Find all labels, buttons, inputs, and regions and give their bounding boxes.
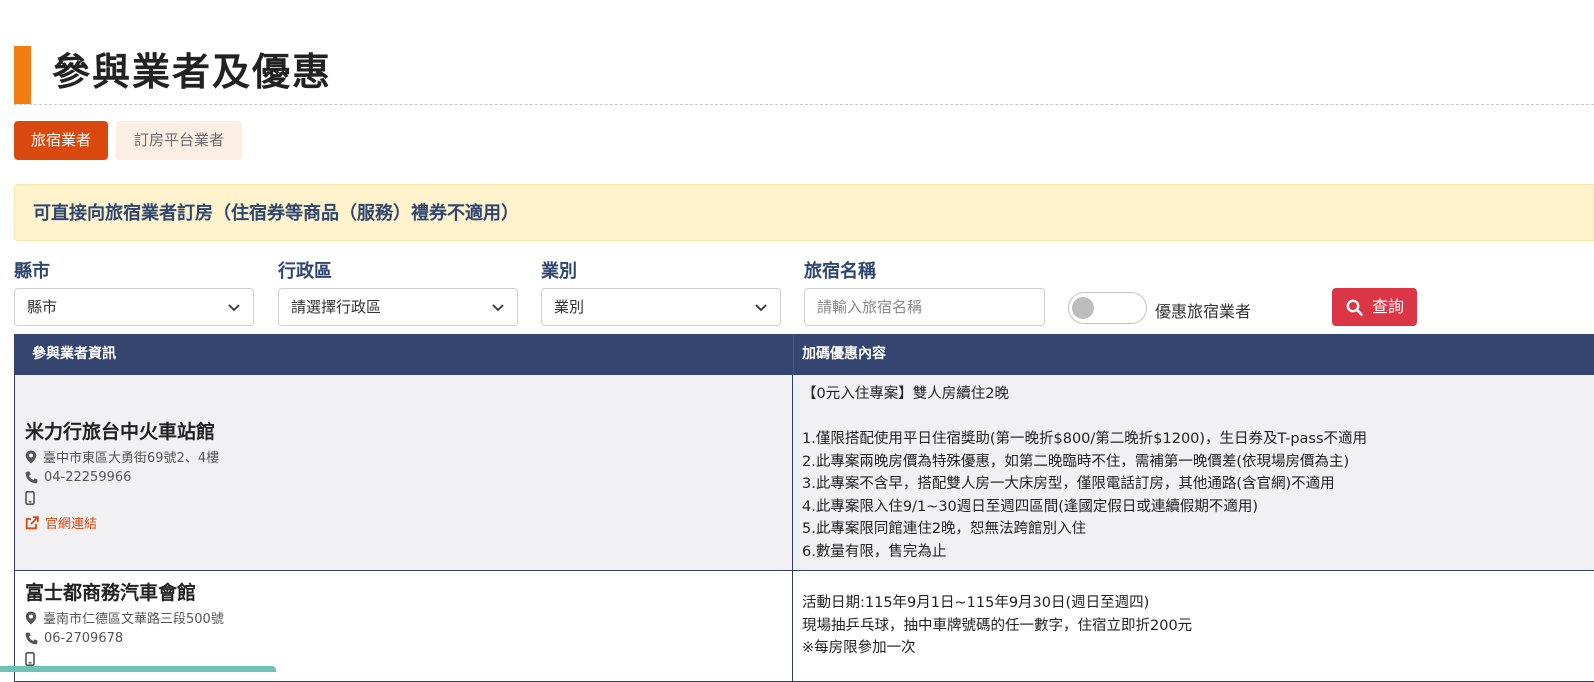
discount-operators-toggle-label: 優惠旅宿業者 [1155, 302, 1252, 321]
promo-content-cell: 活動日期:115年9月1日~115年9月30日(週日至週四) 現場抽乒乓球，抽中… [794, 571, 1594, 681]
notice-text: 可直接向旅宿業者訂房（住宿券等商品（服務）禮券不適用） [33, 203, 519, 224]
bottom-scroll-indicator [0, 666, 276, 672]
header-operator-info: 參與業者資訊 [32, 346, 116, 362]
tab-lodging-operators[interactable]: 旅宿業者 [14, 121, 108, 160]
header-promo-content: 加碼優惠內容 [802, 346, 886, 362]
table-row: 米力行旅台中火車站館 臺中市東區大勇街69號2、4樓 04-22259966 官… [15, 375, 1594, 571]
title-accent-bar [14, 46, 31, 104]
lodging-name-label: 旅宿名稱 [804, 261, 876, 282]
lodging-name-input[interactable]: 請輸入旅宿名稱 [804, 288, 1045, 326]
category-select[interactable]: 業別 [541, 288, 781, 326]
mobile-icon [25, 491, 35, 505]
hotel-phone: 04-22259966 [25, 470, 131, 485]
promo-content-cell: 【0元入住專案】雙人房續住2晚 1.僅限搭配使用平日住宿獎助(第一晚折$800/… [794, 375, 1594, 570]
chevron-down-icon [755, 304, 767, 312]
hotel-website-label: 官網連結 [45, 517, 98, 532]
page-title-section: 參與業者及優惠 [14, 46, 1594, 105]
hotel-mobile [25, 652, 41, 666]
promo-line: 5.此專案限同館連住2晚，恕無法跨館別入住 [802, 521, 1087, 537]
promo-line: 現場抽乒乓球，抽中車牌號碼的任一數字，住宿立即折200元 [802, 617, 1193, 634]
mobile-icon [25, 652, 35, 666]
hotel-website-link[interactable]: 官網連結 [25, 513, 97, 532]
hotel-address: 臺中市東區大勇街69號2、4樓 [25, 447, 219, 466]
lodging-name-placeholder: 請輸入旅宿名稱 [817, 298, 923, 316]
chevron-down-icon [228, 304, 240, 312]
promo-line: ※每房限參加一次 [802, 640, 916, 656]
search-button[interactable]: 查詢 [1332, 288, 1417, 326]
hotel-phone-text: 04-22259966 [44, 470, 132, 485]
category-label: 業別 [541, 261, 577, 282]
phone-icon [25, 471, 38, 484]
chevron-down-icon [492, 304, 504, 312]
search-icon [1346, 299, 1363, 316]
hotel-name: 富士都商務汽車會館 [25, 582, 197, 604]
toggle-knob [1072, 297, 1094, 319]
district-select[interactable]: 請選擇行政區 [278, 288, 518, 326]
county-select[interactable]: 縣市 [14, 288, 254, 326]
map-pin-icon [25, 450, 37, 463]
page-title: 參與業者及優惠 [52, 50, 333, 94]
promo-line: 4.此專案限入住9/1~30週日至週四區間(逢國定假日或連續假期不適用) [802, 498, 1259, 515]
hotel-address: 臺南市仁德區文華路三段500號 [25, 608, 224, 627]
discount-operators-toggle[interactable] [1068, 292, 1147, 324]
map-pin-icon [25, 611, 37, 624]
hotel-address-text: 臺南市仁德區文華路三段500號 [43, 612, 224, 627]
hotel-phone: 06-2709678 [25, 631, 123, 646]
county-label: 縣市 [14, 261, 50, 282]
hotel-name: 米力行旅台中火車站館 [25, 421, 216, 443]
county-select-value: 縣市 [27, 298, 58, 316]
operators-table: 參與業者資訊 加碼優惠內容 米力行旅台中火車站館 臺中市東區大勇街69號2、4樓… [14, 334, 1594, 682]
hotel-address-text: 臺中市東區大勇街69號2、4樓 [43, 451, 220, 466]
hotel-phone-text: 06-2709678 [44, 631, 124, 646]
external-link-icon [25, 515, 39, 529]
operator-info-cell: 米力行旅台中火車站館 臺中市東區大勇街69號2、4樓 04-22259966 官… [15, 375, 793, 570]
promo-line: 6.數量有限，售完為止 [802, 543, 947, 560]
category-select-value: 業別 [554, 298, 585, 316]
district-label: 行政區 [278, 261, 332, 282]
promo-line: 3.此專案不含早，搭配雙人房一大床房型，僅限電話訂房，其他通路(含官網)不適用 [802, 476, 1335, 492]
header-divider [793, 334, 794, 375]
hotel-mobile [25, 491, 41, 505]
phone-icon [25, 632, 38, 645]
tab-booking-platforms[interactable]: 訂房平台業者 [116, 121, 242, 160]
search-button-label: 查詢 [1372, 297, 1405, 316]
district-select-value: 請選擇行政區 [291, 298, 382, 316]
notice-banner: 可直接向旅宿業者訂房（住宿券等商品（服務）禮券不適用） [14, 184, 1594, 241]
operator-info-cell: 富士都商務汽車會館 臺南市仁德區文華路三段500號 06-2709678 [15, 571, 793, 681]
table-header: 參與業者資訊 加碼優惠內容 [15, 334, 1594, 375]
tab-bar: 旅宿業者 訂房平台業者 [14, 121, 242, 160]
promo-line: 1.僅限搭配使用平日住宿獎助(第一晚折$800/第二晚折$1200)，生日券及T… [802, 431, 1368, 447]
promo-line: 活動日期:115年9月1日~115年9月30日(週日至週四) [802, 595, 1150, 611]
promo-line: 2.此專案兩晚房價為特殊優惠，如第二晚臨時不住，需補第一晚價差(依現場房價為主) [802, 453, 1350, 470]
promo-line: 【0元入住專案】雙人房續住2晚 [802, 386, 1009, 402]
